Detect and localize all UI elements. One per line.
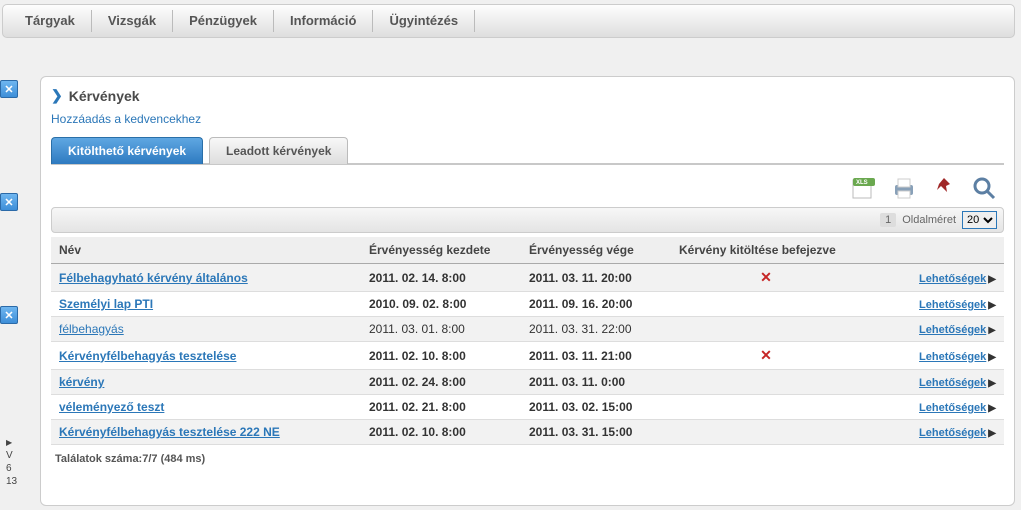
start-date: 2011. 02. 10. 8:00	[361, 342, 521, 370]
chevron-right-icon: ▶	[988, 352, 996, 363]
svg-text:XLS: XLS	[856, 180, 868, 186]
tabs: Kitölthető kérvények Leadott kérvények	[51, 136, 1004, 165]
chevron-right-icon: ▶	[988, 428, 996, 439]
table-row: Személyi lap PTI 2010. 09. 02. 8:002011. …	[51, 292, 1004, 317]
col-end[interactable]: Érvényesség vége	[521, 237, 671, 264]
print-icon[interactable]	[890, 175, 918, 201]
pagesize-label: Oldalméret	[902, 214, 956, 226]
chevron-right-icon: ▶	[988, 403, 996, 414]
tab-fillable[interactable]: Kitölthető kérvények	[51, 137, 203, 164]
end-date: 2011. 03. 02. 15:00	[521, 395, 671, 420]
pin-icon[interactable]	[930, 175, 958, 201]
row-options-link[interactable]: Lehetőségek	[919, 299, 986, 311]
export-xls-icon[interactable]: XLS	[850, 175, 878, 201]
dock-button[interactable]: ✕	[0, 193, 18, 211]
menu-item[interactable]: Információ	[276, 4, 370, 38]
menu-item[interactable]: Vizsgák	[94, 4, 170, 38]
menu-item[interactable]: Ügyintézés	[375, 4, 472, 38]
end-date: 2011. 03. 11. 20:00	[521, 264, 671, 292]
done-status	[671, 420, 861, 445]
menu-item[interactable]: Pénzügyek	[175, 4, 271, 38]
start-date: 2011. 02. 24. 8:00	[361, 370, 521, 395]
request-name-link[interactable]: félbehagyás	[59, 322, 124, 336]
row-options-link[interactable]: Lehetőségek	[919, 273, 986, 285]
end-date: 2011. 03. 11. 21:00	[521, 342, 671, 370]
start-date: 2010. 09. 02. 8:00	[361, 292, 521, 317]
col-opts	[861, 237, 1004, 264]
chevron-right-icon: ▶	[988, 378, 996, 389]
request-name-link[interactable]: véleményező teszt	[59, 400, 164, 414]
end-date: 2011. 03. 11. 0:00	[521, 370, 671, 395]
request-name-link[interactable]: Kérvényfélbehagyás tesztelése	[59, 349, 236, 363]
table-row: Félbehagyható kérvény általános 2011. 02.…	[51, 264, 1004, 292]
done-status	[671, 317, 861, 342]
result-count: Találatok száma:7/7 (484 ms)	[51, 445, 1004, 465]
side-labels: ▶ V 6 13	[6, 436, 17, 488]
tab-submitted[interactable]: Leadott kérvények	[209, 137, 348, 164]
search-icon[interactable]	[970, 175, 998, 201]
end-date: 2011. 09. 16. 20:00	[521, 292, 671, 317]
page-title: ❯ Kérvények	[51, 85, 1004, 108]
chevron-right-icon: ▶	[988, 325, 996, 336]
request-name-link[interactable]: Félbehagyható kérvény általános	[59, 271, 248, 285]
row-options-link[interactable]: Lehetőségek	[919, 427, 986, 439]
requests-table: Név Érvényesség kezdete Érvényesség vége…	[51, 237, 1004, 445]
table-row: Kérvényfélbehagyás tesztelése 2011. 02. 1…	[51, 342, 1004, 370]
row-options-link[interactable]: Lehetőségek	[919, 351, 986, 363]
row-options-link[interactable]: Lehetőségek	[919, 324, 986, 336]
done-status	[671, 292, 861, 317]
table-row: Kérvényfélbehagyás tesztelése 222 NE 2011…	[51, 420, 1004, 445]
request-name-link[interactable]: Kérvényfélbehagyás tesztelése 222 NE	[59, 425, 280, 439]
done-status: ✕	[671, 264, 861, 292]
start-date: 2011. 02. 10. 8:00	[361, 420, 521, 445]
main-menu: Tárgyak Vizsgák Pénzügyek Információ Ügy…	[2, 4, 1015, 38]
done-status	[671, 395, 861, 420]
page-number: 1	[880, 213, 896, 227]
table-row: véleményező teszt 2011. 02. 21. 8:002011.…	[51, 395, 1004, 420]
row-options-link[interactable]: Lehetőségek	[919, 377, 986, 389]
chevron-right-icon: ▶	[988, 300, 996, 311]
row-options-link[interactable]: Lehetőségek	[919, 402, 986, 414]
col-start[interactable]: Érvényesség kezdete	[361, 237, 521, 264]
col-name[interactable]: Név	[51, 237, 361, 264]
table-row: kérvény 2011. 02. 24. 8:002011. 03. 11. 0…	[51, 370, 1004, 395]
chevron-right-icon: ❯	[51, 87, 63, 104]
start-date: 2011. 03. 01. 8:00	[361, 317, 521, 342]
pagesize-select[interactable]: 20	[962, 211, 997, 229]
requests-panel: ❯ Kérvények Hozzáadás a kedvencekhez Kit…	[40, 76, 1015, 506]
dock-button[interactable]: ✕	[0, 306, 18, 324]
col-done[interactable]: Kérvény kitöltése befejezve	[671, 237, 861, 264]
add-to-favorites-link[interactable]: Hozzáadás a kedvencekhez	[51, 108, 201, 136]
end-date: 2011. 03. 31. 15:00	[521, 420, 671, 445]
done-status	[671, 370, 861, 395]
request-name-link[interactable]: kérvény	[59, 375, 104, 389]
request-name-link[interactable]: Személyi lap PTI	[59, 297, 153, 311]
start-date: 2011. 02. 21. 8:00	[361, 395, 521, 420]
start-date: 2011. 02. 14. 8:00	[361, 264, 521, 292]
table-row: félbehagyás 2011. 03. 01. 8:002011. 03. 3…	[51, 317, 1004, 342]
chevron-right-icon: ▶	[988, 274, 996, 285]
toolbar: XLS	[51, 165, 1004, 203]
dock-button[interactable]: ✕	[0, 80, 18, 98]
pager: 1 Oldalméret 20	[51, 207, 1004, 233]
done-status: ✕	[671, 342, 861, 370]
menu-item[interactable]: Tárgyak	[11, 4, 89, 38]
end-date: 2011. 03. 31. 22:00	[521, 317, 671, 342]
